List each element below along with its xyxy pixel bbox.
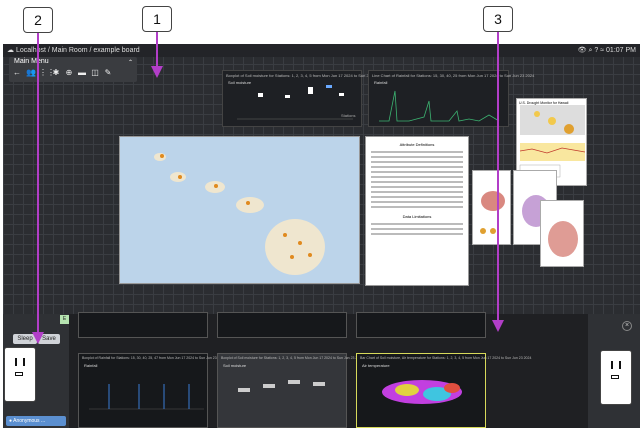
thumbnail-air-temperature[interactable]: Bar Chart of Soil moisture, Air temperat… [356,353,531,428]
callout-2: 2 [23,7,53,33]
clock: 01:07 PM [606,47,636,54]
apps-icon[interactable]: ⋮⋮ [39,69,55,77]
annotated-screenshot: ☁ Localhost / Main Room / example board … [0,0,642,429]
thumbnail-top-2[interactable] [217,312,347,338]
arrow-1-head [151,66,163,78]
user-badge[interactable]: ● Anonymous ... [6,416,66,426]
power-outlet-left [4,347,36,402]
doc-heading: Attribute Definitions [399,142,435,147]
users-icon[interactable]: 👥 [26,69,36,77]
arrow-2-head [32,332,44,344]
line-chart-graphic [379,90,500,122]
wifi-icon: ≈ [600,47,605,54]
thumbnail-top-3[interactable] [356,312,486,338]
arrow-left-icon[interactable]: ← [13,69,21,77]
badge-e: E [60,315,69,324]
callout-3: 3 [483,6,513,32]
search-icon[interactable]: ⌕ [589,47,593,54]
top-right-status: 👁 ⌕ ? ≈ 01:07 PM [578,44,636,57]
thumbnail-rainfall[interactable]: Boxplot of Rainfall for Stations: 15, 30… [78,353,225,428]
thumbnail-top-1[interactable] [78,312,208,338]
arrow-3-head [492,320,504,332]
cloud-icon: ☁ [7,47,16,54]
collapse-icon[interactable]: ⌃ [128,59,133,66]
island-map-1[interactable] [472,170,511,245]
map-graphic [154,153,325,275]
arrow-1-line [156,32,158,68]
doc-heading-2: Data Limitations [402,214,432,219]
soil-moisture-chart-card[interactable]: Boxplot of Soil moisture for Stations: 1… [222,70,389,127]
rainfall-chart-card[interactable]: Line Chart of Rainfall for Stations: 15,… [368,70,534,127]
island-map-3[interactable] [540,200,584,267]
callout-1: 1 [142,6,172,32]
attribute-definitions-doc[interactable]: Attribute Definitions Data Limitations [365,136,469,286]
eye-icon[interactable]: 👁 [578,47,587,54]
thumbnail-soil-moisture[interactable]: Boxplot of Soil moisture for Stations: 1… [217,353,363,428]
top-bar: ☁ Localhost / Main Room / example board … [3,44,640,57]
svg-text:Stations: Stations [341,113,355,118]
plugin-icon[interactable]: ✱ [52,69,60,77]
hawaii-station-map[interactable] [119,136,360,284]
main-menu-icons: ← 👥 ⋮⋮ ✱ ⊕ ▬ ◫ ✎ [13,69,112,77]
folder-icon[interactable]: ▬ [78,69,86,77]
close-icon[interactable]: × [622,321,632,331]
main-menu-title: Main Menu [14,58,49,65]
pencil-icon[interactable]: ✎ [104,69,112,77]
power-outlet-right [600,350,632,405]
map-icon[interactable]: ◫ [91,69,99,77]
boxplot-graphic: Stations [237,85,355,120]
main-menu[interactable]: Main Menu ⌃ ← 👥 ⋮⋮ ✱ ⊕ ▬ ◫ ✎ [9,57,137,82]
target-icon[interactable]: ⊕ [65,69,73,77]
arrow-2-line [37,33,39,333]
help-icon[interactable]: ? [594,47,598,54]
arrow-3-line [497,32,499,322]
board-screen: ☁ Localhost / Main Room / example board … [3,44,640,428]
breadcrumb: Localhost / Main Room / example board [15,47,140,54]
